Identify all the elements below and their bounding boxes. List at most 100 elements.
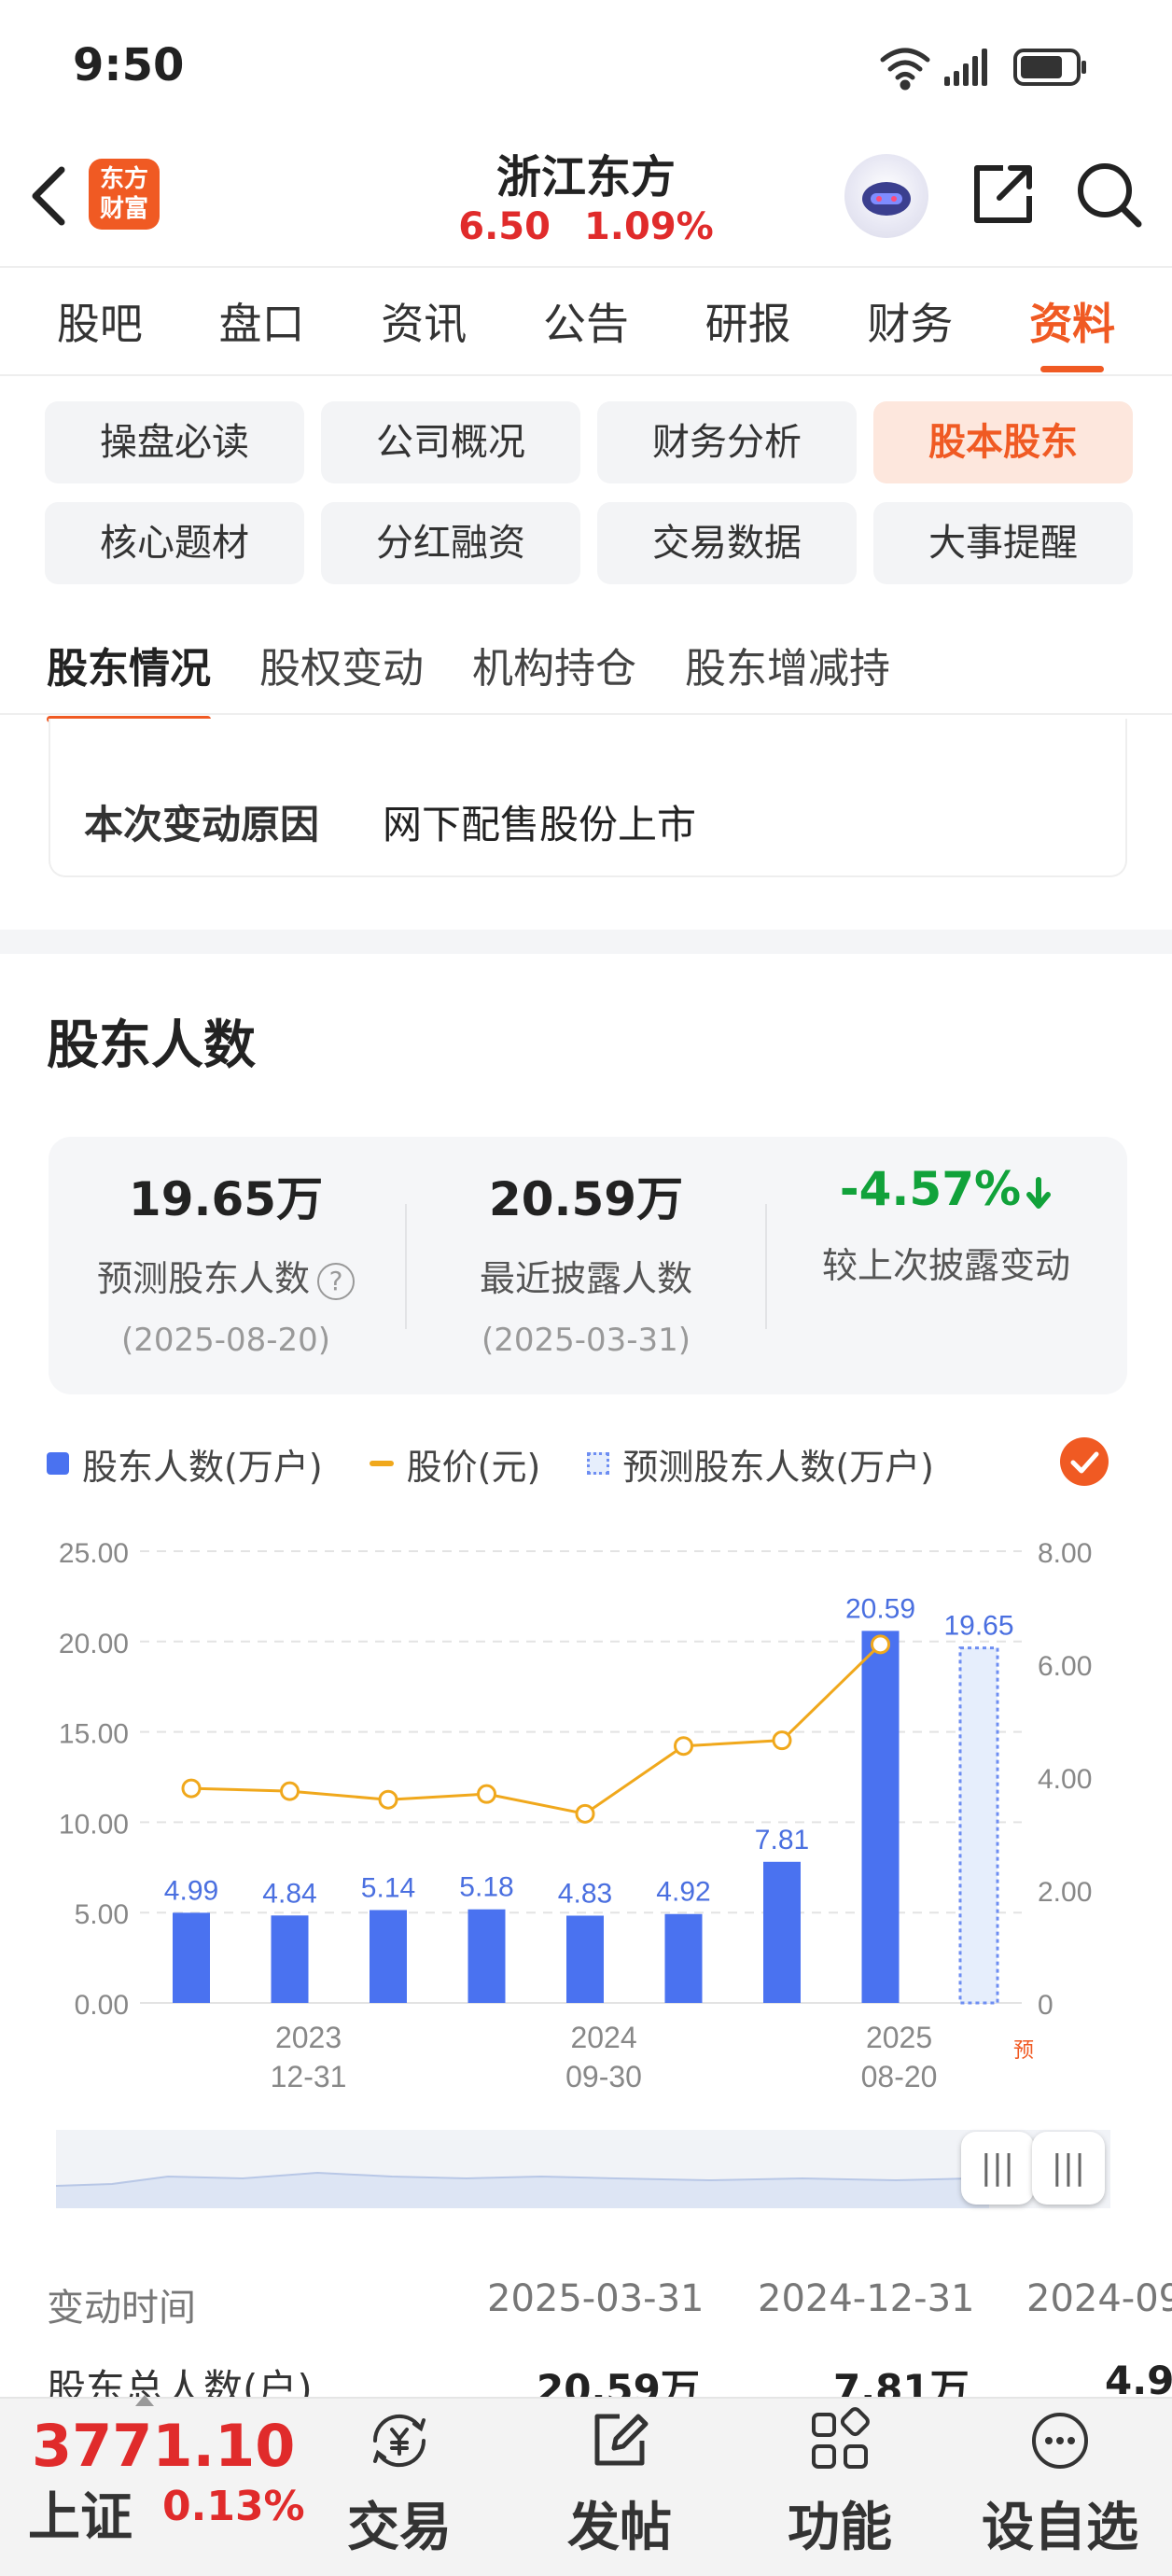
chip-dividends[interactable]: 分红融资 <box>321 502 580 584</box>
expand-up-icon[interactable] <box>135 2395 154 2406</box>
y-left-tick: 10.00 <box>59 1809 129 1840</box>
price-point <box>575 1803 595 1824</box>
subtab-shareholders[interactable]: 股东情况 <box>47 635 211 722</box>
subtab-institutional[interactable]: 机构持仓 <box>472 635 636 694</box>
bar-value-label: 4.84 <box>262 1878 316 1909</box>
summary-divider <box>405 1204 407 1329</box>
table-cell: 20.59万 <box>537 2366 700 2401</box>
sub-tab-bar: 股东情况 股权变动 机构持仓 股东增减持 <box>0 616 1172 722</box>
tab-news[interactable]: 资讯 <box>371 290 476 352</box>
summary-divider <box>765 1204 767 1329</box>
post-button[interactable]: 发帖 <box>526 2403 713 2561</box>
bar-value-label: 5.18 <box>459 1872 513 1903</box>
bar <box>566 1915 604 2003</box>
index-name[interactable]: 上证 <box>28 2475 133 2551</box>
price-point <box>674 1736 693 1757</box>
tab-finance[interactable]: 财务 <box>858 290 962 352</box>
bar-value-label: 20.59 <box>845 1593 915 1624</box>
status-bar: 9:50 <box>0 0 1172 131</box>
index-pct: 0.13% <box>162 2483 305 2530</box>
summary-predicted: 19.65万 预测股东人数? (2025-08-20) <box>49 1162 403 1359</box>
table-row-label: 股东总人数(户) <box>47 2366 313 2401</box>
change-value: -4.57% <box>839 1162 1022 1216</box>
section-title: 股东人数 <box>47 1015 256 1076</box>
tab-guba[interactable]: 股吧 <box>48 290 152 352</box>
bar <box>467 1909 506 2003</box>
tab-announcements[interactable]: 公告 <box>534 290 638 352</box>
y-left-tick: 25.00 <box>59 1538 129 1569</box>
share-icon[interactable] <box>966 157 1040 231</box>
subtab-holding-changes[interactable]: 股东增减持 <box>685 635 890 694</box>
functions-button[interactable]: 功能 <box>746 2403 933 2561</box>
chip-company-overview[interactable]: 公司概况 <box>321 401 580 483</box>
chip-shareholders[interactable]: 股本股东 <box>873 401 1133 483</box>
range-handle-right[interactable]: ||| <box>1032 2132 1105 2205</box>
bar-value-label: 7.81 <box>755 1825 809 1855</box>
range-handle-left[interactable]: ||| <box>961 2132 1034 2205</box>
predicted-bar <box>958 1646 999 2005</box>
y-right-tick: 0 <box>1038 1990 1053 2021</box>
bar-swatch-icon <box>47 1452 69 1475</box>
y-right-tick: 4.00 <box>1038 1764 1092 1795</box>
subtab-equity-changes[interactable]: 股权变动 <box>259 635 424 694</box>
wifi-icon <box>880 48 930 91</box>
predicted-value-label: 19.65 <box>943 1611 1013 1642</box>
predicted-value: 19.65万 <box>128 1172 324 1226</box>
change-reason-label: 本次变动原因 <box>84 802 320 847</box>
stock-change-pct: 1.09% <box>583 205 714 248</box>
y-left-tick: 5.00 <box>75 1899 129 1930</box>
ai-assistant-avatar[interactable] <box>844 154 928 238</box>
price-point <box>378 1789 398 1810</box>
tab-profile[interactable]: 资料 <box>1020 290 1124 372</box>
table-header-date: 2025-03-31 <box>487 2277 705 2320</box>
legend-bars[interactable]: 股东人数(万户) <box>47 1438 323 1490</box>
index-value[interactable]: 3771.10 <box>32 2412 295 2480</box>
price-point <box>477 1784 496 1804</box>
battery-icon <box>1013 49 1086 86</box>
legend-predicted[interactable]: 预测股东人数(万户) <box>587 1438 934 1490</box>
chip-core-themes[interactable]: 核心题材 <box>45 502 304 584</box>
x-tick-label: 2024 <box>570 2021 636 2054</box>
chip-trading-data[interactable]: 交易数据 <box>597 502 857 584</box>
y-right-tick: 8.00 <box>1038 1538 1092 1569</box>
bar <box>763 1861 801 2003</box>
price-point <box>280 1781 300 1801</box>
table-cell: 7.81万 <box>833 2366 970 2401</box>
bar <box>370 1910 407 2003</box>
latest-date: (2025-03-31) <box>481 1322 691 1359</box>
predicted-date: (2025-08-20) <box>120 1322 331 1359</box>
add-watchlist-button[interactable]: 设自选 <box>967 2403 1153 2561</box>
chip-trading-guide[interactable]: 操盘必读 <box>45 401 304 483</box>
chart-range-slider[interactable] <box>55 2130 1110 2208</box>
change-reason-value: 网下配售股份上市 <box>383 802 697 847</box>
change-label: 较上次披露变动 <box>821 1245 1070 1286</box>
trade-button[interactable]: 交易 <box>306 2403 493 2561</box>
chip-financial-analysis[interactable]: 财务分析 <box>597 401 857 483</box>
bar-value-label: 4.92 <box>656 1877 710 1908</box>
bar-value-label: 5.14 <box>361 1872 415 1903</box>
chart-legend: 股东人数(万户) 股价(元) 预测股东人数(万户) <box>47 1435 1129 1491</box>
range-overview <box>55 2171 990 2208</box>
bar <box>664 1913 703 2003</box>
table-cell: 4.92 <box>1105 2358 1172 2401</box>
tab-pankou[interactable]: 盘口 <box>210 290 314 352</box>
more-dots-icon <box>1032 2413 1088 2469</box>
y-left-tick: 20.00 <box>59 1629 129 1659</box>
price-point <box>871 1634 890 1655</box>
check-icon[interactable] <box>1060 1437 1109 1486</box>
edit-post-icon <box>594 2414 649 2466</box>
chip-events[interactable]: 大事提醒 <box>873 502 1133 584</box>
status-time: 9:50 <box>73 39 185 91</box>
bar <box>173 1912 210 2003</box>
status-icons <box>880 48 1086 91</box>
x-tick-label: 08-20 <box>861 2060 938 2091</box>
summary-change: -4.57% 较上次披露变动 <box>769 1162 1123 1288</box>
category-chips: 操盘必读 公司概况 财务分析 股本股东 核心题材 分红融资 交易数据 大事提醒 <box>45 401 1133 584</box>
tab-research[interactable]: 研报 <box>696 290 801 352</box>
help-icon[interactable]: ? <box>317 1262 355 1300</box>
legend-line[interactable]: 股价(元) <box>369 1438 540 1490</box>
latest-value: 20.59万 <box>488 1172 684 1226</box>
top-tab-bar: 股吧 盘口 资讯 公告 研报 财务 资料 <box>0 266 1172 376</box>
x-tick-label: 2025 <box>866 2021 932 2054</box>
search-icon[interactable] <box>1071 157 1146 231</box>
